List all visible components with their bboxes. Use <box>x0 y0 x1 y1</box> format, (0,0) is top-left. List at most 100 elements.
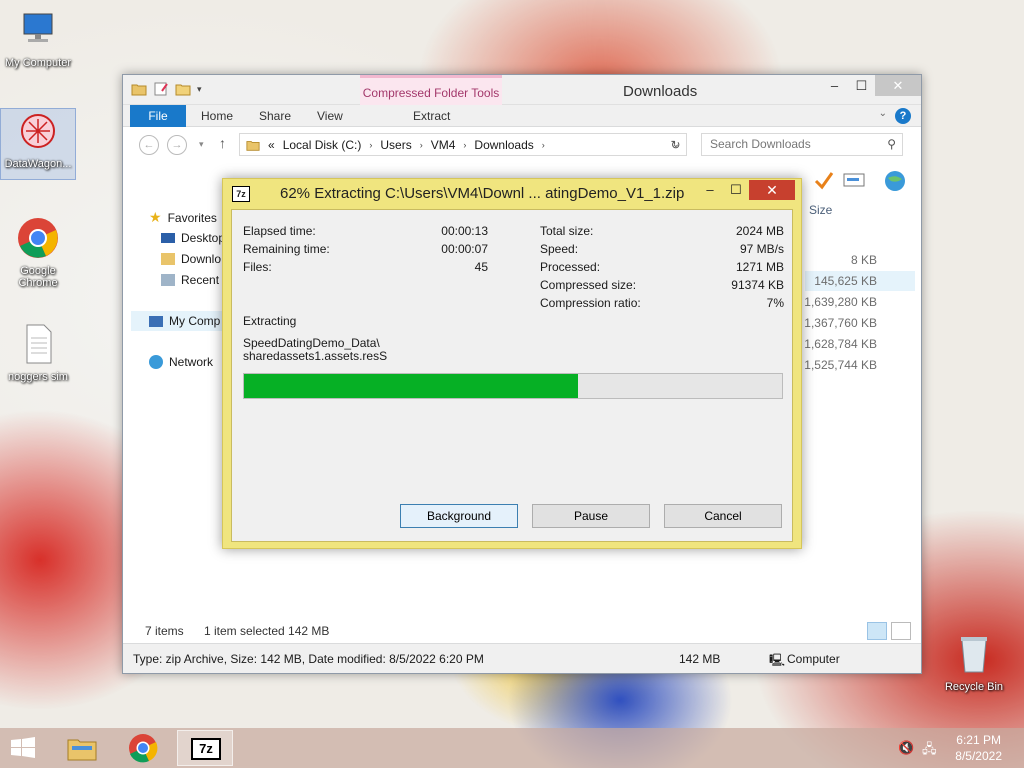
recycle-bin-icon <box>961 637 987 673</box>
taskbar-chrome[interactable] <box>117 730 169 766</box>
explorer-titlebar: ▾ Compressed Folder Tools Downloads – ☐ … <box>123 75 921 127</box>
chevron-right-icon[interactable]: › <box>542 140 545 150</box>
close-button[interactable]: ✕ <box>875 75 921 96</box>
dialog-window-controls: – ☐ ✕ <box>697 180 795 200</box>
recent-places-icon <box>161 274 175 286</box>
desktop-icon-label: My Computer <box>4 57 72 69</box>
background-button[interactable]: Background <box>400 504 518 528</box>
taskbar: 7z 🔇 🖧 6:21 PM 8/5/2022 <box>0 728 1024 768</box>
desktop-icon-my-computer[interactable]: My Computer <box>0 8 76 69</box>
nav-recent[interactable]: Recent p <box>161 273 229 287</box>
dialog-body: Elapsed time: 00:00:13 Remaining time: 0… <box>231 209 793 542</box>
breadcrumb-downloads[interactable]: Downloads <box>474 138 533 152</box>
stat-value: 97 MB/s <box>739 242 784 256</box>
address-row: ← → ▾ ↑ « Local Disk (C:) › Users › VM4 › D… <box>123 127 921 161</box>
clock-date: 8/5/2022 <box>955 749 1002 763</box>
chevron-right-icon[interactable]: › <box>463 140 466 150</box>
tab-file[interactable]: File <box>130 105 186 127</box>
details-size: 142 MB <box>679 652 721 666</box>
stat-label: Compressed size: <box>540 278 637 292</box>
chrome-icon <box>129 734 158 763</box>
forward-button[interactable]: → <box>167 135 187 155</box>
pause-button[interactable]: Pause <box>532 504 650 528</box>
up-button[interactable]: ↑ <box>219 135 226 151</box>
computer-icon <box>149 315 163 327</box>
breadcrumb-overflow[interactable]: « <box>268 138 275 152</box>
minimize-button[interactable]: – <box>821 75 848 96</box>
rename-icon[interactable] <box>843 171 865 189</box>
maximize-button[interactable]: ☐ <box>723 180 749 200</box>
cancel-button[interactable]: Cancel <box>664 504 782 528</box>
datawagon-icon <box>21 114 55 148</box>
desktop-icon-label: noggers sim <box>8 371 68 383</box>
tab-home[interactable]: Home <box>201 105 233 127</box>
nav-downloads[interactable]: Downlo <box>161 252 221 266</box>
current-file-path: SpeedDatingDemo_Data\ <box>243 336 380 350</box>
chevron-right-icon[interactable]: › <box>369 140 372 150</box>
network-status-icon[interactable]: 🖧 <box>922 740 937 762</box>
details-view-icon[interactable] <box>867 622 887 640</box>
chevron-right-icon[interactable]: › <box>420 140 423 150</box>
tab-share[interactable]: Share <box>259 105 291 127</box>
breadcrumb-vm4[interactable]: VM4 <box>431 138 456 152</box>
breadcrumb-users[interactable]: Users <box>380 138 411 152</box>
taskbar-file-explorer[interactable] <box>56 730 108 766</box>
stat-label: Processed: <box>540 260 601 274</box>
volume-muted-icon[interactable]: 🔇 <box>898 740 914 756</box>
windows-start-icon[interactable] <box>10 737 36 759</box>
sevenzip-icon: 7z <box>232 186 250 202</box>
stat-value: 91374 KB <box>731 278 784 292</box>
globe-icon[interactable] <box>883 169 907 193</box>
refresh-button[interactable]: ↻ <box>665 133 687 156</box>
stat-label: Files: <box>243 260 272 274</box>
computer-icon: 🖳 <box>769 653 786 667</box>
clock-time: 6:21 PM <box>956 733 1001 747</box>
nav-favorites[interactable]: ★ Favorites <box>149 209 217 226</box>
stat-label: Speed: <box>540 242 579 256</box>
context-tab-title: Compressed Folder Tools <box>362 86 500 100</box>
taskbar-7zip[interactable]: 7z <box>177 730 233 766</box>
search-input[interactable]: Search Downloads ⚲ <box>701 133 903 156</box>
dialog-titlebar: 7z 62% Extracting C:\Users\VM4\Downl ...… <box>223 179 801 209</box>
maximize-button[interactable]: ☐ <box>848 75 875 96</box>
check-icon[interactable] <box>813 169 835 191</box>
desktop-icon-label: DataWagon... <box>4 158 72 170</box>
nav-label: Downlo <box>181 252 222 266</box>
desktop-icon-datawagon[interactable]: DataWagon... <box>0 108 76 180</box>
stat-value: 1271 MB <box>735 260 784 274</box>
system-clock[interactable]: 6:21 PM 8/5/2022 <box>955 732 1002 764</box>
recent-locations-icon[interactable]: ▾ <box>199 139 204 150</box>
breadcrumb-local-disk[interactable]: Local Disk (C:) <box>283 138 362 152</box>
help-icon[interactable]: ? <box>895 108 911 124</box>
folder-icon[interactable] <box>131 81 147 97</box>
nav-label: Desktop <box>181 231 226 245</box>
extract-progress-bar <box>243 373 783 399</box>
desktop-icon-label: Recycle Bin <box>944 681 1004 693</box>
desktop-icon-chrome[interactable]: Google Chrome <box>0 216 76 289</box>
desktop-icon <box>161 233 175 243</box>
nav-desktop[interactable]: Desktop <box>161 231 225 245</box>
search-icon[interactable]: ⚲ <box>887 134 896 155</box>
current-file-name: sharedassets1.assets.resS <box>243 349 388 363</box>
nav-network[interactable]: Network <box>149 355 213 369</box>
customize-qat-icon[interactable]: ▾ <box>197 84 202 95</box>
address-bar[interactable]: « Local Disk (C:) › Users › VM4 › Downloads… <box>239 133 687 156</box>
tab-extract[interactable]: Extract <box>413 105 450 127</box>
stat-value: 2024 MB <box>735 224 784 238</box>
desktop-icon-recycle-bin[interactable]: Recycle Bin <box>936 632 1012 693</box>
tab-view[interactable]: View <box>317 105 343 127</box>
large-icons-view-icon[interactable] <box>891 622 911 640</box>
close-button[interactable]: ✕ <box>749 180 795 200</box>
quick-access-toolbar: ▾ <box>131 81 202 97</box>
column-header-size[interactable]: Size <box>809 203 832 217</box>
desktop-icon-label: Google Chrome <box>18 265 58 289</box>
desktop-icon-noggers-sim[interactable]: noggers sim <box>0 322 76 383</box>
search-placeholder: Search Downloads <box>710 137 811 151</box>
stat-label: Remaining time: <box>243 242 330 256</box>
details-text: Type: zip Archive, Size: 142 MB, Date mo… <box>133 652 484 666</box>
minimize-button[interactable]: – <box>697 180 723 200</box>
properties-icon[interactable] <box>153 81 169 97</box>
expand-ribbon-icon[interactable]: ⌄ <box>879 108 887 119</box>
new-folder-icon[interactable] <box>175 81 191 97</box>
back-button[interactable]: ← <box>139 135 159 155</box>
